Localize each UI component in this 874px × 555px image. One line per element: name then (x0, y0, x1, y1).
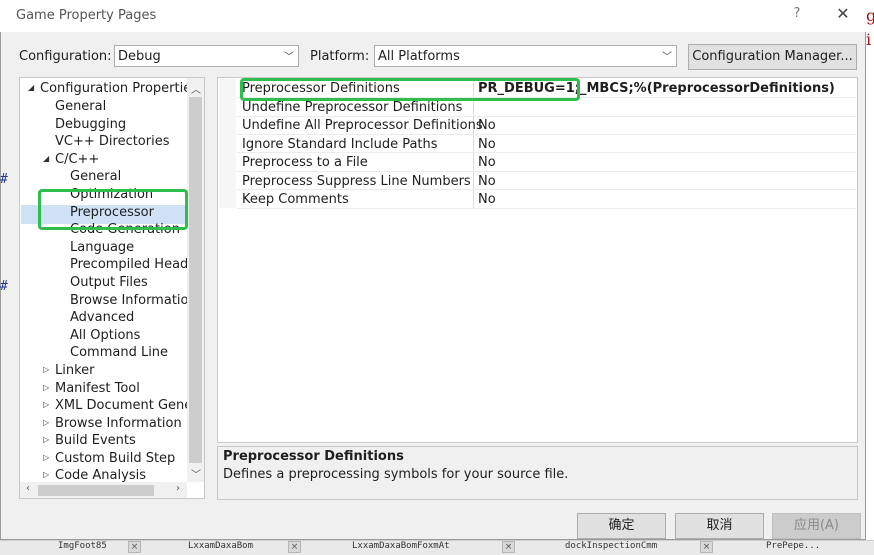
collapsed-triangle-icon[interactable]: ▷ (43, 365, 49, 374)
tree-item-command-line[interactable]: Command Line (70, 344, 168, 361)
property-name[interactable]: Keep Comments (242, 192, 349, 207)
collapsed-triangle-icon[interactable]: ▷ (43, 453, 49, 462)
tree-horizontal-scroll-thumb[interactable] (38, 485, 154, 496)
close-button[interactable]: ✕ (832, 4, 854, 26)
grid-row-divider (237, 171, 856, 172)
tree-item-linker[interactable]: Linker (55, 362, 95, 379)
collapsed-triangle-icon[interactable]: ▷ (43, 383, 49, 392)
grid-row-divider (237, 208, 856, 209)
cancel-button[interactable]: 取消 (675, 513, 764, 539)
property-grid-gutter (219, 79, 236, 208)
platform-select[interactable]: All Platforms ﹀ (374, 45, 677, 67)
property-value[interactable]: No (478, 137, 496, 152)
configuration-value: Debug (118, 49, 161, 64)
tree-item-configuration-properties[interactable]: Configuration Properties (40, 80, 198, 97)
help-button[interactable]: ? (786, 6, 808, 26)
property-name[interactable]: Preprocess to a File (242, 155, 368, 170)
background-tab: LxxamDaxaBomFoxmAt (352, 541, 450, 551)
background-tab-close-icon: × (502, 541, 515, 553)
tree-item-advanced[interactable]: Advanced (70, 309, 134, 326)
collapsed-triangle-icon[interactable]: ▷ (43, 435, 49, 444)
tree-item-all-options[interactable]: All Options (70, 327, 140, 344)
tree-item-debugging[interactable]: Debugging (55, 116, 126, 133)
grid-row-divider (237, 134, 856, 135)
configuration-label: Configuration: (19, 49, 112, 64)
property-value[interactable]: No (478, 155, 496, 170)
platform-value: All Platforms (378, 49, 460, 64)
tree-item-manifest-tool[interactable]: Manifest Tool (55, 380, 140, 397)
ok-button[interactable]: 确定 (577, 513, 666, 539)
tree-item-browse-information[interactable]: Browse Information (70, 292, 197, 309)
background-tab: ImgFoot85 (58, 541, 107, 551)
scroll-right-icon[interactable]: › (170, 483, 186, 494)
dialog-title: Game Property Pages (16, 8, 157, 23)
background-tab: dockInspectionCmm (565, 541, 658, 551)
background-text: i (866, 30, 872, 49)
tree-item-custom-build-step[interactable]: Custom Build Step (55, 450, 175, 467)
property-name[interactable]: Ignore Standard Include Paths (242, 137, 438, 152)
background-tab-close-icon: × (128, 541, 141, 553)
highlight-box (240, 78, 580, 101)
tree-item-browse-information-top[interactable]: Browse Information (55, 415, 182, 432)
description-title: Preprocessor Definitions (223, 449, 404, 464)
highlight-box (38, 189, 188, 230)
property-name[interactable]: Undefine Preprocessor Definitions (242, 100, 462, 115)
background-tab-close-icon: × (700, 541, 713, 553)
apply-button[interactable]: 应用(A) (772, 513, 861, 539)
expanded-triangle-icon[interactable]: ◢ (43, 154, 49, 163)
tree-item-cpp-general[interactable]: General (70, 168, 121, 185)
tree-item-c-cpp[interactable]: C/C++ (55, 151, 99, 168)
grid-row-divider (237, 152, 856, 153)
tree-item-output-files[interactable]: Output Files (70, 274, 148, 291)
tree-item-build-events[interactable]: Build Events (55, 432, 136, 449)
tree-item-vc-directories[interactable]: VC++ Directories (55, 133, 170, 150)
platform-label: Platform: (310, 49, 370, 64)
tree-item-precompiled-headers[interactable]: Precompiled Heade (70, 256, 196, 273)
chevron-down-icon: ﹀ (662, 52, 672, 63)
background-tab: LxxamDaxaBom (188, 541, 254, 551)
tree-item-general[interactable]: General (55, 98, 106, 115)
background-tab: PrePepe... (766, 541, 821, 551)
scroll-left-icon[interactable]: ‹ (20, 483, 36, 494)
scroll-up-icon[interactable]: ︿ (188, 81, 204, 96)
grid-row-divider (237, 189, 856, 190)
property-name[interactable]: Undefine All Preprocessor Definitions (242, 118, 483, 133)
chevron-down-icon: ﹀ (284, 52, 294, 63)
scroll-down-icon[interactable]: ﹀ (188, 466, 204, 481)
property-value[interactable]: No (478, 174, 496, 189)
collapsed-triangle-icon[interactable]: ▷ (43, 470, 49, 479)
tree-vertical-scroll-thumb[interactable] (189, 97, 202, 463)
tree-item-xml-document-generator[interactable]: XML Document Genera (55, 397, 204, 414)
collapsed-triangle-icon[interactable]: ▷ (43, 400, 49, 409)
background-tab-close-icon: × (288, 541, 301, 553)
tree-item-language[interactable]: Language (70, 239, 134, 256)
background-text: # (0, 172, 8, 187)
property-value[interactable]: No (478, 118, 496, 133)
configuration-select[interactable]: Debug ﹀ (114, 45, 299, 67)
property-value[interactable]: No (478, 192, 496, 207)
grid-row-divider (237, 116, 856, 117)
description-text: Defines a preprocessing symbols for your… (223, 467, 569, 482)
configuration-manager-button[interactable]: Configuration Manager... (688, 44, 857, 70)
background-text: # (0, 279, 8, 294)
expanded-triangle-icon[interactable]: ◢ (28, 83, 34, 92)
background-text: g (866, 6, 874, 25)
property-tree: ◢ Configuration Properties General Debug… (19, 77, 205, 499)
property-name[interactable]: Preprocess Suppress Line Numbers (242, 174, 471, 189)
collapsed-triangle-icon[interactable]: ▷ (43, 418, 49, 427)
background-editor (866, 0, 874, 554)
